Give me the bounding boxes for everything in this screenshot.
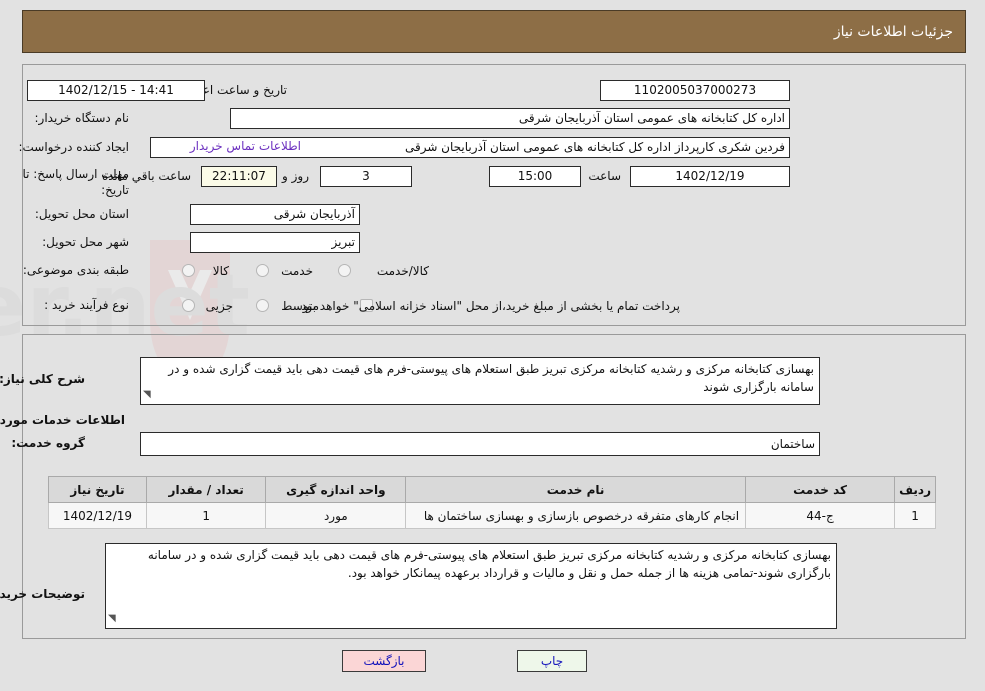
process-type-label: نوع فرآیند خرید : [44, 298, 129, 312]
remaining-days-value: 3 [320, 166, 412, 187]
col-service-code: کد خدمت [745, 476, 896, 503]
print-button[interactable]: چاپ [517, 650, 587, 672]
radio-category-kala[interactable] [182, 264, 195, 277]
cell-need-date: 1402/12/19 [48, 502, 147, 529]
col-row-no: ردیف [894, 476, 936, 503]
services-section-header: اطلاعات خدمات مورد نیاز [0, 413, 125, 427]
province-value: آذربایجان شرقی [190, 204, 360, 225]
deadline-hour-label: ساعت [588, 169, 621, 183]
province-label: استان محل تحویل: [34, 207, 129, 221]
table-row[interactable]: 1 ج-44 انجام کارهای متفرقه درخصوص بازساز… [48, 502, 936, 529]
resize-grip-icon-2: ◥ [108, 613, 116, 624]
deadline-hour-value: 15:00 [489, 166, 581, 187]
buyer-notes-text: بهسازی کتابخانه مرکزی و رشدیه کتابخانه م… [147, 548, 831, 580]
city-label: شهر محل تحویل: [42, 235, 129, 249]
radio-category-kala-khedmat-label: کالا/خدمت [376, 264, 429, 278]
remaining-time-value: 22:11:07 [201, 166, 277, 187]
col-unit: واحد اندازه گیری [265, 476, 407, 503]
treasury-bond-note: پرداخت تمام یا بخشی از مبلغ خرید،از محل … [297, 299, 680, 313]
city-value: تبریز [190, 232, 360, 253]
service-group-value: ساختمان [140, 432, 820, 456]
buyer-notes-value[interactable]: بهسازی کتابخانه مرکزی و رشدیه کتابخانه م… [105, 543, 837, 629]
page-title: جزئیات اطلاعات نیاز [833, 24, 953, 40]
radio-process-jozei-label: جزیی [205, 299, 233, 313]
buyer-contact-link[interactable]: اطلاعات تماس خریدار [190, 139, 301, 153]
radio-category-khedmat-label: خدمت [281, 264, 313, 278]
general-description-value[interactable]: بهسازی کتابخانه مرکزی و رشدیه کتابخانه م… [140, 357, 820, 405]
services-table-wrapper: ردیف کد خدمت نام خدمت واحد اندازه گیری ت… [48, 476, 936, 529]
radio-process-motevaset[interactable] [256, 299, 269, 312]
general-description-label: شرح کلی نیاز: [0, 372, 85, 386]
page-header: جزئیات اطلاعات نیاز [22, 10, 966, 53]
announce-datetime-value: 14:41 - 1402/12/15 [27, 80, 205, 101]
page-root: AriaTender.net جزئیات اطلاعات نیاز شماره… [0, 0, 985, 691]
general-description-text: بهسازی کتابخانه مرکزی و رشدیه کتابخانه م… [168, 362, 814, 394]
col-need-date: تاریخ نیاز [48, 476, 147, 503]
buyer-notes-label: توضیحات خریدار: [0, 587, 85, 601]
buyer-org-value: اداره کل کتابخانه های عمومی استان آذربای… [230, 108, 790, 129]
cell-service-code: ج-44 [745, 502, 896, 529]
requester-label: ایجاد کننده درخواست: [18, 140, 129, 154]
deadline-label-line2: تاریخ: [101, 183, 129, 197]
services-table: ردیف کد خدمت نام خدمت واحد اندازه گیری ت… [48, 476, 936, 529]
back-button[interactable]: بازگشت [342, 650, 426, 672]
radio-category-kala-khedmat[interactable] [338, 264, 351, 277]
need-number-value: 1102005037000273 [600, 80, 790, 101]
radio-category-kala-label: کالا [212, 264, 229, 278]
remaining-days-label: روز و [282, 169, 309, 183]
table-header-row: ردیف کد خدمت نام خدمت واحد اندازه گیری ت… [48, 476, 936, 503]
service-group-label: گروه خدمت: [11, 436, 85, 450]
cell-service-name: انجام کارهای متفرقه درخصوص بازسازی و بهس… [405, 502, 747, 529]
deadline-date-value: 1402/12/19 [630, 166, 790, 187]
category-label: طبقه بندی موضوعی: [22, 263, 129, 277]
need-info-panel [22, 64, 966, 326]
cell-quantity: 1 [145, 502, 267, 529]
cell-row-no: 1 [894, 502, 936, 529]
remaining-time-label: ساعت باقي مانده [101, 169, 191, 183]
cell-unit: مورد [265, 502, 407, 529]
radio-process-jozei[interactable] [182, 299, 195, 312]
col-service-name: نام خدمت [405, 476, 747, 503]
buyer-org-label: نام دستگاه خریدار: [34, 111, 130, 125]
col-quantity: تعداد / مقدار [145, 476, 267, 503]
radio-category-khedmat[interactable] [256, 264, 269, 277]
resize-grip-icon: ◥ [143, 389, 151, 400]
